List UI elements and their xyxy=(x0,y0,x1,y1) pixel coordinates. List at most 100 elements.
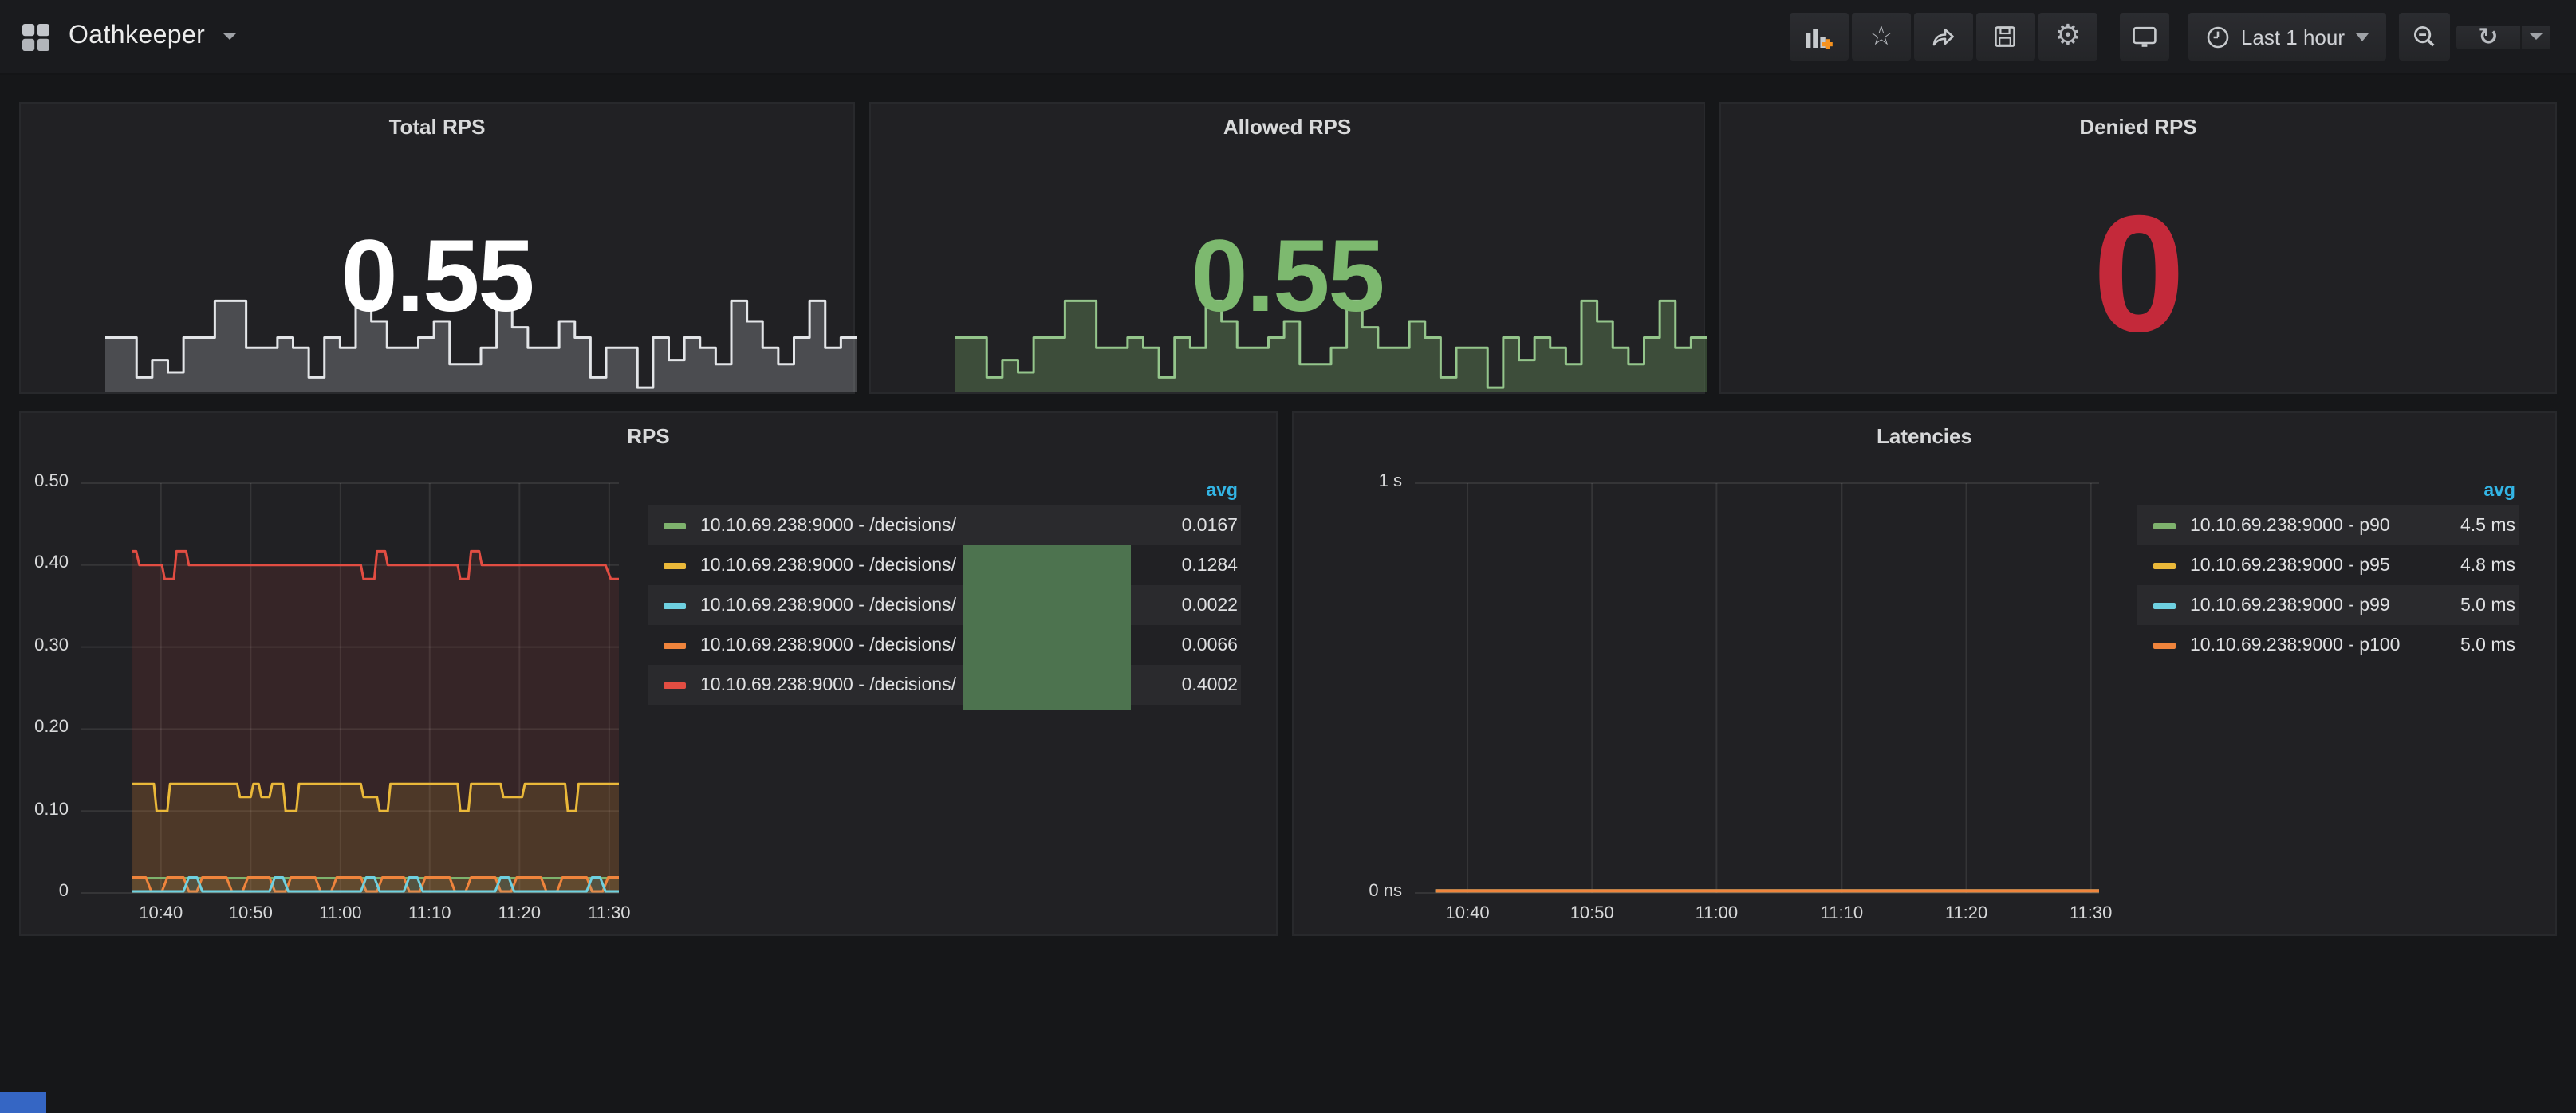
monitor-icon xyxy=(2131,24,2158,49)
refresh-interval-button[interactable] xyxy=(2522,25,2550,49)
settings-button[interactable]: ⚙ xyxy=(2038,13,2097,61)
y-axis-tick: 0 xyxy=(21,882,69,901)
share-button[interactable] xyxy=(1914,13,1973,61)
legend-avg-header[interactable]: avg xyxy=(648,477,1241,505)
y-axis-tick: 1 s xyxy=(1294,472,1402,491)
green-overlay-artifact xyxy=(963,545,1131,710)
legend-avg-value: 0.0066 xyxy=(1139,635,1238,655)
legend-swatch-icon[interactable] xyxy=(2153,522,2176,529)
legend-avg-value: 0.0167 xyxy=(1139,516,1238,535)
legend-row[interactable]: 10.10.69.238:9000 - /decisions/0.0066 xyxy=(648,625,1241,665)
zoom-out-button[interactable] xyxy=(2399,13,2450,61)
floppy-save-icon xyxy=(1993,24,2019,49)
y-axis-tick: 0.40 xyxy=(21,554,69,573)
panel-title[interactable]: Allowed RPS xyxy=(871,115,1704,139)
legend-row[interactable]: 10.10.69.238:9000 - p904.5 ms xyxy=(2137,505,2519,545)
x-axis-tick: 10:40 xyxy=(1428,904,1507,923)
y-axis-tick: 0 ns xyxy=(1294,882,1402,901)
bottom-left-blue-marker xyxy=(0,1092,46,1113)
x-axis-tick: 10:40 xyxy=(121,904,201,923)
legend-swatch-icon[interactable] xyxy=(664,602,686,608)
legend-label[interactable]: 10.10.69.238:9000 - p99 xyxy=(2190,596,2416,615)
caret-down-icon xyxy=(2356,33,2369,41)
legend-swatch-icon[interactable] xyxy=(2153,602,2176,608)
panel-allowed-rps: Allowed RPS 0.55 xyxy=(869,102,1705,394)
y-axis-tick: 0.30 xyxy=(21,636,69,655)
x-axis-tick: 11:10 xyxy=(1802,904,1881,923)
legend-row[interactable]: 10.10.69.238:9000 - /decisions/0.4002 xyxy=(648,665,1241,705)
bar-chart-plus-icon xyxy=(1805,24,1834,49)
time-range-picker[interactable]: Last 1 hour xyxy=(2188,13,2386,61)
y-axis-tick: 0.20 xyxy=(21,718,69,737)
add-panel-button[interactable] xyxy=(1790,13,1849,61)
dashboard-title[interactable]: Oathkeeper xyxy=(69,22,205,51)
x-axis-tick: 11:20 xyxy=(1927,904,2007,923)
legend-swatch-icon[interactable] xyxy=(664,682,686,688)
legend-avg-value: 5.0 ms xyxy=(2416,596,2515,615)
legend-row[interactable]: 10.10.69.238:9000 - /decisions/0.0022 xyxy=(648,585,1241,625)
legend-avg-value: 0.0022 xyxy=(1139,596,1238,615)
legend-row[interactable]: 10.10.69.238:9000 - p1005.0 ms xyxy=(2137,625,2519,665)
caret-down-icon xyxy=(223,33,235,40)
apps-grid-icon[interactable] xyxy=(21,22,51,52)
cycle-view-button[interactable] xyxy=(2120,13,2169,61)
legend-row[interactable]: 10.10.69.238:9000 - p954.8 ms xyxy=(2137,545,2519,585)
legend-swatch-icon[interactable] xyxy=(2153,642,2176,648)
legend-avg-value: 4.5 ms xyxy=(2416,516,2515,535)
x-axis-tick: 10:50 xyxy=(211,904,290,923)
x-axis-tick: 11:30 xyxy=(2051,904,2131,923)
x-axis-tick: 10:50 xyxy=(1552,904,1632,923)
panel-total-rps: Total RPS 0.55 xyxy=(19,102,855,394)
legend-label[interactable]: 10.10.69.238:9000 - /decisions/ xyxy=(700,516,1139,535)
magnifier-minus-icon xyxy=(2412,24,2437,49)
star-icon: ☆ xyxy=(1869,23,1894,50)
save-button[interactable] xyxy=(1976,13,2035,61)
share-icon xyxy=(1931,24,1956,49)
gear-icon: ⚙ xyxy=(2055,22,2081,51)
panel-title[interactable]: Total RPS xyxy=(21,115,853,139)
panel-latencies-graph: Latencies 10:40 10:50 11:00 11:10 11:20 11:30… xyxy=(1292,411,2557,936)
singlestat-value: 0.55 xyxy=(21,217,853,335)
legend-avg-value: 0.1284 xyxy=(1139,556,1238,575)
dashboard-picker[interactable]: Oathkeeper xyxy=(0,22,235,52)
y-axis-tick: 0.50 xyxy=(21,472,69,491)
legend-swatch-icon[interactable] xyxy=(664,642,686,648)
star-button[interactable]: ☆ xyxy=(1852,13,1911,61)
singlestat-value: 0 xyxy=(1721,181,2555,371)
legend-row[interactable]: 10.10.69.238:9000 - /decisions/0.0167 xyxy=(648,505,1241,545)
y-axis-tick: 0.10 xyxy=(21,800,69,819)
panel-title[interactable]: RPS xyxy=(21,424,1276,448)
dashboard-toolbar: ☆ xyxy=(1790,13,2576,61)
legend-avg-value: 5.0 ms xyxy=(2416,635,2515,655)
x-axis-tick: 11:30 xyxy=(569,904,649,923)
rps-legend: avg10.10.69.238:9000 - /decisions/0.0167… xyxy=(648,477,1241,705)
x-axis-tick: 11:00 xyxy=(1676,904,1756,923)
legend-swatch-icon[interactable] xyxy=(2153,562,2176,568)
panel-title[interactable]: Denied RPS xyxy=(1721,115,2555,139)
legend-label[interactable]: 10.10.69.238:9000 - p90 xyxy=(2190,516,2416,535)
refresh-button[interactable]: ↻ xyxy=(2456,25,2520,49)
top-navbar: Oathkeeper ☆ xyxy=(0,0,2576,75)
panel-title[interactable]: Latencies xyxy=(1294,424,2555,448)
legend-avg-header[interactable]: avg xyxy=(2137,477,2519,505)
time-range-label: Last 1 hour xyxy=(2241,25,2345,49)
legend-row[interactable]: 10.10.69.238:9000 - /decisions/0.1284 xyxy=(648,545,1241,585)
x-axis-tick: 11:10 xyxy=(390,904,470,923)
legend-swatch-icon[interactable] xyxy=(664,522,686,529)
legend-label[interactable]: 10.10.69.238:9000 - p95 xyxy=(2190,556,2416,575)
legend-label[interactable]: 10.10.69.238:9000 - p100 xyxy=(2190,635,2416,655)
legend-swatch-icon[interactable] xyxy=(664,562,686,568)
legend-avg-value: 0.4002 xyxy=(1139,675,1238,694)
x-axis-tick: 11:20 xyxy=(479,904,559,923)
refresh-split-button: ↻ xyxy=(2456,25,2550,49)
toolbar-button-group: ☆ xyxy=(1790,13,2097,61)
legend-row[interactable]: 10.10.69.238:9000 - p995.0 ms xyxy=(2137,585,2519,625)
x-axis-tick: 11:00 xyxy=(301,904,380,923)
latencies-legend: avg10.10.69.238:9000 - p904.5 ms10.10.69… xyxy=(2137,477,2519,665)
caret-down-icon xyxy=(2530,33,2543,40)
refresh-icon: ↻ xyxy=(2478,25,2498,49)
legend-avg-value: 4.8 ms xyxy=(2416,556,2515,575)
panel-denied-rps: Denied RPS 0 xyxy=(1719,102,2557,394)
grafana-dashboard: Oathkeeper ☆ xyxy=(0,0,2576,1113)
singlestat-value: 0.55 xyxy=(871,217,1704,335)
